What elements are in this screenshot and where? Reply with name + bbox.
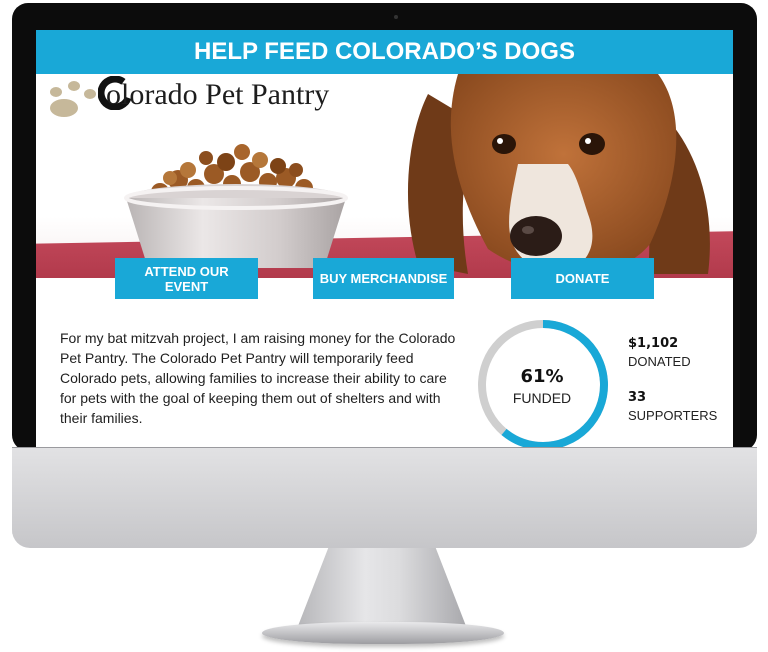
funded-percent: 61% <box>520 366 564 387</box>
buy-merchandise-button[interactable]: BUY MERCHANDISE <box>313 258 454 299</box>
attend-event-button[interactable]: ATTEND OUR EVENT <box>115 258 258 299</box>
donate-button[interactable]: DONATE <box>511 258 654 299</box>
project-description: For my bat mitzvah project, I am raising… <box>60 330 456 426</box>
supporters-count: 33 <box>628 390 647 405</box>
logo-text: olorado Pet Pantry <box>106 78 330 111</box>
funded-label: FUNDED <box>512 390 572 406</box>
monitor-stand <box>298 548 466 626</box>
hero-banner: olorado Pet Pantry <box>36 74 733 278</box>
donated-amount: $1,102 <box>628 336 679 351</box>
screen: HELP FEED COLORADO’S DOGS olorado Pet Pa… <box>36 30 733 447</box>
camera-icon <box>394 15 398 19</box>
page-title: HELP FEED COLORADO’S DOGS <box>194 38 575 65</box>
monitor-base <box>262 622 504 644</box>
beagle-dog-image <box>407 74 710 275</box>
supporters-label: SUPPORTERS <box>628 408 718 423</box>
monitor-chin <box>12 447 757 548</box>
dog-food-bowl-image <box>124 144 348 268</box>
page-title-bar: HELP FEED COLORADO’S DOGS <box>36 30 733 74</box>
donated-label: DONATED <box>628 354 691 369</box>
